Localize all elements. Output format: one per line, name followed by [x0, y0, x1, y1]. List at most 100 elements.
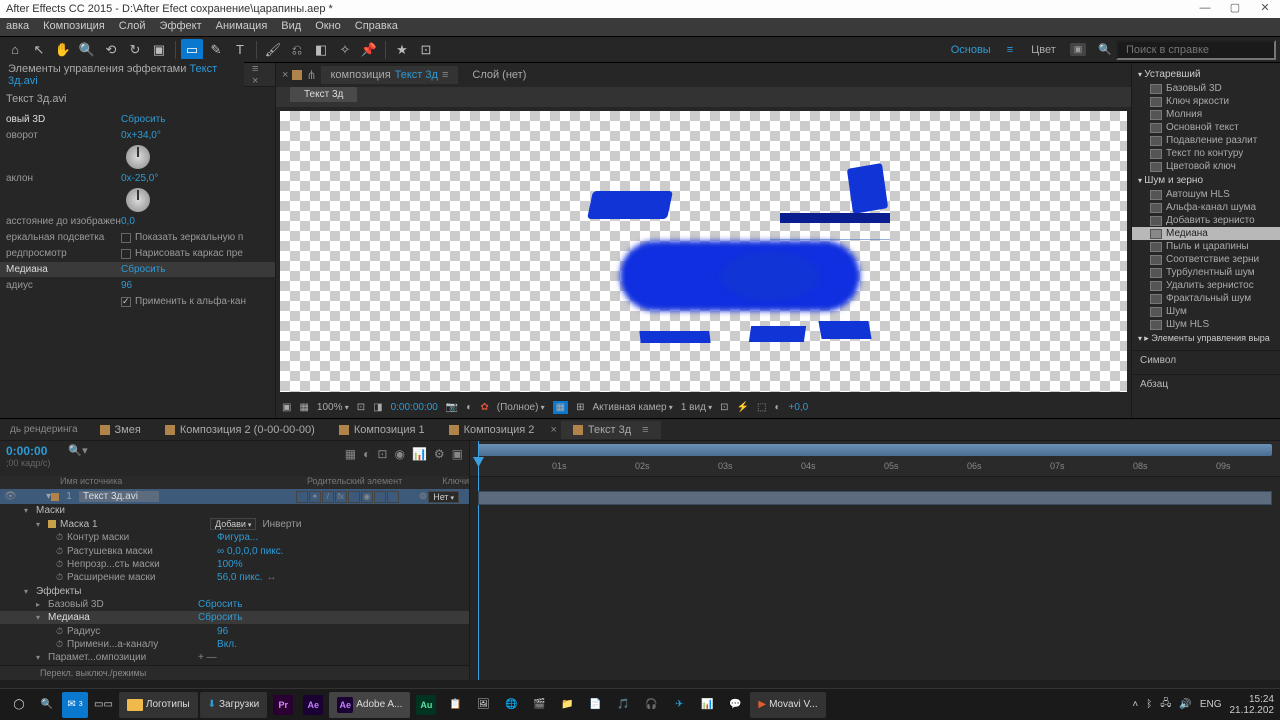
timeline-tab[interactable]: Змея	[88, 421, 153, 439]
exposure-value[interactable]: +0,0	[789, 402, 809, 413]
text-tool[interactable]: T	[229, 39, 251, 61]
effect-basic3d-reset[interactable]: Сбросить	[198, 599, 242, 610]
panel-close-icon[interactable]: ≡ ×	[244, 63, 275, 87]
composition-viewer[interactable]	[280, 111, 1127, 392]
rp-item[interactable]: Базовый 3D	[1132, 82, 1280, 95]
selection-tool[interactable]: ↖	[28, 39, 50, 61]
task-view-button[interactable]: ▭▭	[90, 692, 117, 718]
zoom-dropdown[interactable]: 100%	[317, 402, 349, 413]
render-queue-tab[interactable]: дь рендеринга	[0, 421, 88, 438]
tl-brain-icon[interactable]: ⚙	[434, 447, 445, 461]
system-clock[interactable]: 15:2421.12.202	[1230, 694, 1275, 716]
home-icon[interactable]: ⌂	[4, 39, 26, 61]
visibility-toggle[interactable]: 👁	[4, 491, 18, 502]
vb-exposure-icon[interactable]: ◐	[774, 402, 780, 413]
sw-frameblend[interactable]	[348, 491, 360, 503]
clone-tool[interactable]: ⎌	[286, 39, 308, 61]
stopwatch-icon[interactable]: ⏱	[56, 559, 63, 570]
mask-invert[interactable]: Инверти	[262, 519, 301, 530]
workspace-dropdown[interactable]: Основы	[943, 42, 999, 58]
fx-basic3d-reset[interactable]: Сбросить	[121, 114, 165, 125]
movavi-window[interactable]: ▶Movavi V...	[750, 692, 825, 718]
app-icon[interactable]: 📋	[442, 692, 468, 718]
help-search-input[interactable]	[1116, 40, 1276, 60]
app-icon[interactable]: 📄	[582, 692, 608, 718]
menu-edit[interactable]: авка	[6, 20, 29, 34]
menu-layer[interactable]: Слой	[119, 20, 146, 34]
tilt-dial[interactable]	[126, 188, 150, 212]
effect-controls-tab[interactable]: Элементы управления эффектами Текст 3д.a…	[0, 59, 244, 91]
mask-feather-value[interactable]: ∞ 0,0,0,0 пикс.	[217, 546, 284, 557]
search-button[interactable]: 🔍	[34, 692, 60, 718]
character-panel-header[interactable]: Символ	[1132, 350, 1280, 370]
preview-checkbox[interactable]	[121, 249, 131, 259]
tray-bluetooth-icon[interactable]: ᛒ	[1146, 699, 1152, 710]
comp-close-icon[interactable]: ×	[282, 69, 288, 81]
tl-comp-icon[interactable]: ▦	[345, 447, 356, 461]
toggle-switches-footer[interactable]: Перекл. выключ./режимы	[0, 665, 469, 681]
tl-frame-blend-icon[interactable]: ⊡	[377, 447, 387, 461]
rp-item[interactable]: Цветовой ключ	[1132, 160, 1280, 173]
workspace-color[interactable]: Цвет	[1021, 44, 1066, 56]
mail-app[interactable]: ✉3	[62, 692, 88, 718]
pen-tool[interactable]: ✎	[205, 39, 227, 61]
camera-tool[interactable]: ▣	[148, 39, 170, 61]
layer-name[interactable]: Текст 3д.avi	[79, 491, 159, 502]
median-alpha-value[interactable]: Вкл.	[217, 639, 237, 650]
vb-transparency-toggle[interactable]: ▦	[553, 401, 568, 414]
vb-3d-icon[interactable]: ⬚	[757, 402, 766, 413]
vb-channel-icon[interactable]: ◨	[373, 402, 382, 413]
sw-quality[interactable]: /	[322, 491, 334, 503]
prop-distance-value[interactable]: 0,0	[121, 216, 135, 227]
paragraph-panel-header[interactable]: Абзац	[1132, 374, 1280, 394]
fx-basic3d-name[interactable]: овый 3D	[6, 114, 121, 125]
puppet-tool[interactable]: 📌	[358, 39, 380, 61]
rp-item[interactable]: Молния	[1132, 108, 1280, 121]
rectangle-tool[interactable]: ▭	[181, 39, 203, 61]
rp-item[interactable]: Подавление разлит	[1132, 134, 1280, 147]
vb-res-icon[interactable]: ⊡	[357, 402, 365, 413]
rp-item[interactable]: Основной текст	[1132, 121, 1280, 134]
effects-group[interactable]: Эффекты	[36, 586, 186, 597]
effect-median[interactable]: Медиана	[48, 612, 198, 623]
rp-item[interactable]: Шум HLS	[1132, 318, 1280, 331]
menu-animation[interactable]: Анимация	[216, 20, 268, 34]
tl-motion-blur-icon[interactable]: ◉	[394, 447, 404, 461]
telegram-app[interactable]: ✈	[666, 692, 692, 718]
hand-tool[interactable]: ✋	[52, 39, 74, 61]
taskbar-folder-logos[interactable]: Логотипы	[119, 692, 198, 718]
minimize-button[interactable]: —	[1190, 0, 1220, 18]
star-icon[interactable]: ★	[391, 39, 413, 61]
rp-item[interactable]: Фрактальный шум	[1132, 292, 1280, 305]
rp-group-obsolete[interactable]: Устаревший	[1132, 67, 1280, 82]
rp-item-median[interactable]: Медиана	[1132, 227, 1280, 240]
layer-duration-bar[interactable]	[478, 491, 1272, 505]
start-button[interactable]: ◯	[6, 692, 32, 718]
menu-help[interactable]: Справка	[355, 20, 398, 34]
rotation-dial[interactable]	[126, 145, 150, 169]
vb-guides-icon[interactable]: ⊞	[576, 402, 584, 413]
prop-radius-value[interactable]: 96	[121, 280, 132, 291]
work-area-bar[interactable]	[478, 444, 1272, 456]
resolution-dropdown[interactable]: (Полное)	[497, 402, 545, 413]
explorer-app[interactable]: 📁	[554, 692, 580, 718]
rp-item[interactable]: Турбулентный шум	[1132, 266, 1280, 279]
timeline-tab[interactable]: Композиция 1	[327, 421, 437, 439]
prop-tilt-value[interactable]: 0х-25,0°	[121, 173, 158, 184]
comp-options[interactable]: Парамет...омпозиции	[48, 652, 198, 663]
effect-median-reset[interactable]: Сбросить	[198, 612, 242, 623]
aftereffects-window[interactable]: AeAdobe A...	[329, 692, 410, 718]
timeline-tab-active[interactable]: Текст 3д≡	[561, 421, 661, 439]
taskbar-folder-downloads[interactable]: ⬇Загрузки	[200, 692, 268, 718]
rp-item[interactable]: Шум	[1132, 305, 1280, 318]
comp-subtab[interactable]: Текст 3д	[290, 87, 357, 102]
specular-checkbox[interactable]	[121, 233, 131, 243]
flowchart-icon[interactable]: ⋔	[306, 68, 316, 82]
app-icon[interactable]: 💬	[722, 692, 748, 718]
prop-rotation-value[interactable]: 0х+34,0°	[121, 130, 161, 141]
mask-path-value[interactable]: Фигура...	[217, 532, 258, 543]
timeline-tab[interactable]: Композиция 2	[437, 421, 547, 439]
stopwatch-icon[interactable]: ⏱	[56, 626, 63, 637]
stopwatch-icon[interactable]: ⏱	[56, 639, 63, 650]
rp-item[interactable]: Удалить зернистос	[1132, 279, 1280, 292]
